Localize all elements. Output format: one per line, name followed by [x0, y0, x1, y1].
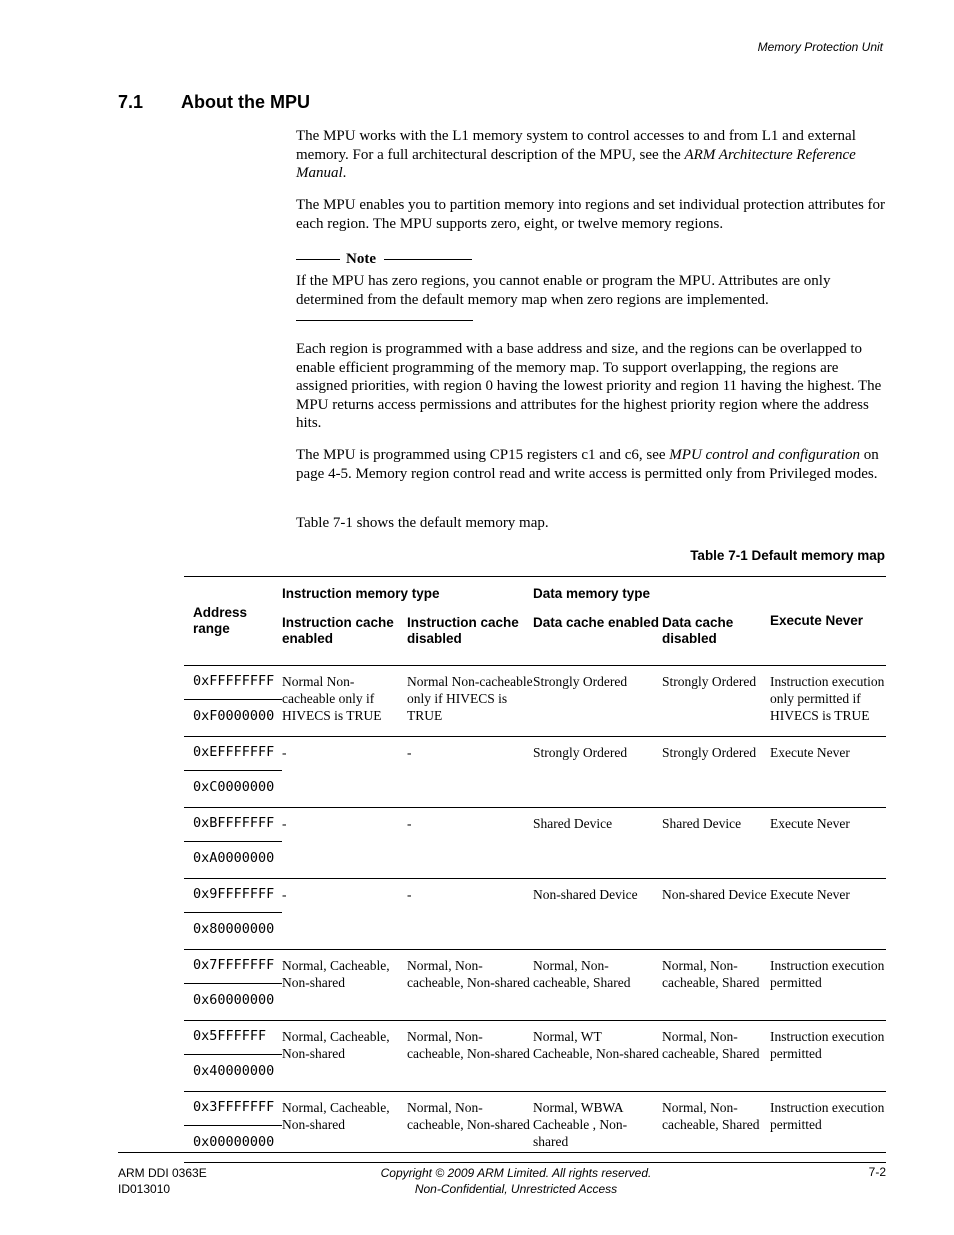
cell-icache-enabled: Normal Non-cacheable only if HIVECS is T…	[282, 665, 407, 737]
footer-copyright: Copyright © 2009 ARM Limited. All rights…	[330, 1165, 702, 1197]
paragraph-text: The MPU is programmed using CP15 registe…	[296, 447, 670, 463]
cell-dcache-enabled: Strongly Ordered	[533, 665, 662, 737]
header-dcache-disabled: Data cache disabled	[662, 615, 734, 646]
cell-icache-disabled: -	[407, 878, 533, 950]
paragraph-intro: The MPU works with the L1 memory system …	[296, 127, 888, 183]
address-high: 0x7FFFFFFF	[184, 949, 282, 984]
cell-icache-disabled: -	[407, 736, 533, 808]
note-label: Note	[346, 251, 376, 267]
table-row: 0xFFFFFFFF Normal Non-cacheable only if H…	[184, 665, 886, 737]
address-low: 0xF0000000	[184, 699, 282, 737]
paragraph-overlap: Each region is programmed with a base ad…	[296, 340, 888, 433]
cell-icache-disabled: -	[407, 807, 533, 879]
address-high: 0xFFFFFFFF	[184, 665, 282, 700]
table-row: 0xEFFFFFFF - - Strongly Ordered Strongly Ord…	[184, 736, 886, 808]
cell-icache-enabled: -	[282, 878, 407, 950]
cell-dcache-disabled: Normal, Non-cacheable, Shared	[662, 1020, 770, 1092]
note-rule-right	[384, 258, 472, 260]
address-high: 0x5FFFFFF	[184, 1020, 282, 1055]
address-high: 0x9FFFFFFF	[184, 878, 282, 913]
table-row: 0xBFFFFFFF - - Shared Device Shared Device Ex…	[184, 807, 886, 879]
cell-execute-never: Execute Never	[770, 878, 886, 950]
running-header: Memory Protection Unit	[757, 40, 883, 54]
table-row: 0x9FFFFFFF - - Non-shared Device Non-shared …	[184, 878, 886, 950]
address-low: 0x40000000	[184, 1054, 282, 1092]
cell-dcache-enabled: Normal, Non-cacheable, Shared	[533, 949, 662, 1021]
paragraph-text: .	[342, 165, 347, 182]
cell-dcache-enabled: Normal, WT Cacheable, Non-shared	[533, 1020, 662, 1092]
note-rule-left	[296, 258, 340, 260]
header-instruction-group: Instruction memory type	[282, 586, 440, 601]
paragraph-text: Table 7-1 shows the default memory map.	[296, 515, 549, 531]
footer-rule	[118, 1152, 886, 1153]
note-text: If the MPU has zero regions, you cannot …	[296, 273, 831, 308]
address-high: 0xEFFFFFFF	[184, 736, 282, 771]
header-dcache-enabled: Data cache enabled	[533, 615, 660, 630]
cell-dcache-disabled: Normal, Non-cacheable, Shared	[662, 949, 770, 1021]
table-row: 0x5FFFFFF Normal, Cacheable, Non-shared No…	[184, 1020, 886, 1092]
footer-doc-info: ARM DDI 0363E ID013010	[118, 1165, 207, 1197]
cell-execute-never: Execute Never	[770, 807, 886, 879]
cell-icache-enabled: -	[282, 807, 407, 879]
table-body: 0xFFFFFFFF Normal Non-cacheable only if H…	[184, 665, 886, 1163]
header-icache-enabled: Instruction cache enabled	[282, 615, 394, 646]
cell-execute-never: Instruction execution only permitted if …	[770, 665, 886, 737]
cell-dcache-disabled: Shared Device	[662, 807, 770, 879]
header-data-group: Data memory type	[533, 586, 651, 601]
cell-icache-enabled: Normal, Cacheable, Non-shared	[282, 949, 407, 1021]
cell-icache-enabled: -	[282, 736, 407, 808]
copyright-text: Copyright © 2009 ARM Limited. All rights…	[380, 1166, 652, 1180]
address-low: 0xC0000000	[184, 770, 282, 808]
cell-icache-disabled: Normal, Non-cacheable, Non-shared	[407, 949, 533, 1021]
address-low: 0xA0000000	[184, 841, 282, 879]
page-number: 7-2	[868, 1165, 886, 1179]
cell-execute-never: Instruction execution permitted	[770, 1020, 886, 1092]
cell-dcache-disabled: Strongly Ordered	[662, 736, 770, 808]
address-low: 0x60000000	[184, 983, 282, 1021]
cell-dcache-disabled: Strongly Ordered	[662, 665, 770, 737]
table-row: 0x3FFFFFFF Normal, Cacheable, Non-shared N…	[184, 1091, 886, 1163]
doc-revision: ID013010	[118, 1182, 171, 1196]
cell-dcache-enabled: Non-shared Device	[533, 878, 662, 950]
address-high: 0xBFFFFFFF	[184, 807, 282, 842]
note-heading: Note	[296, 250, 888, 269]
note-end-rule	[296, 320, 473, 321]
table-caption: Table 7-1 Default memory map	[690, 548, 885, 563]
doc-id: ARM DDI 0363E	[118, 1166, 207, 1180]
cell-dcache-enabled: Strongly Ordered	[533, 736, 662, 808]
paragraph-programming: The MPU is programmed using CP15 registe…	[296, 446, 888, 483]
cell-execute-never: Execute Never	[770, 736, 886, 808]
cell-dcache-disabled: Non-shared Device	[662, 878, 770, 950]
paragraph-regions: The MPU enables you to partition memory …	[296, 196, 888, 233]
table-row: 0x7FFFFFFF Normal, Cacheable, Non-shared N…	[184, 949, 886, 1021]
paragraph-text: The MPU enables you to partition memory …	[296, 197, 886, 232]
section-number: 7.1	[118, 92, 144, 112]
section-title: About the MPU	[181, 92, 310, 112]
cell-icache-enabled: Normal, Cacheable, Non-shared	[282, 1020, 407, 1092]
reference-link-mpu-control[interactable]: MPU control and configuration	[669, 447, 860, 463]
cell-execute-never: Instruction execution permitted	[770, 949, 886, 1021]
address-low: 0x00000000	[184, 1125, 282, 1163]
section-heading: 7.1 About the MPU	[118, 92, 310, 113]
confidentiality-text: Non-Confidential, Unrestricted Access	[414, 1182, 618, 1196]
header-icache-disabled: Instruction cache disabled	[407, 615, 519, 646]
paragraph-text: Each region is programmed with a base ad…	[296, 341, 882, 432]
cell-icache-disabled: Normal Non-cacheable only if HIVECS is T…	[407, 665, 533, 737]
note-body: If the MPU has zero regions, you cannot …	[296, 272, 888, 309]
address-high: 0x3FFFFFFF	[184, 1091, 282, 1126]
paragraph-table-ref: Table 7-1 shows the default memory map.	[296, 514, 888, 533]
cell-icache-disabled: Normal, Non-cacheable, Non-shared	[407, 1020, 533, 1092]
default-memory-map-table: Address range Instruction memory type Da…	[184, 576, 886, 1163]
address-low: 0x80000000	[184, 912, 282, 950]
header-execute-never: Execute Never	[770, 613, 864, 628]
cell-dcache-enabled: Shared Device	[533, 807, 662, 879]
header-address-range: Address range	[193, 605, 248, 636]
